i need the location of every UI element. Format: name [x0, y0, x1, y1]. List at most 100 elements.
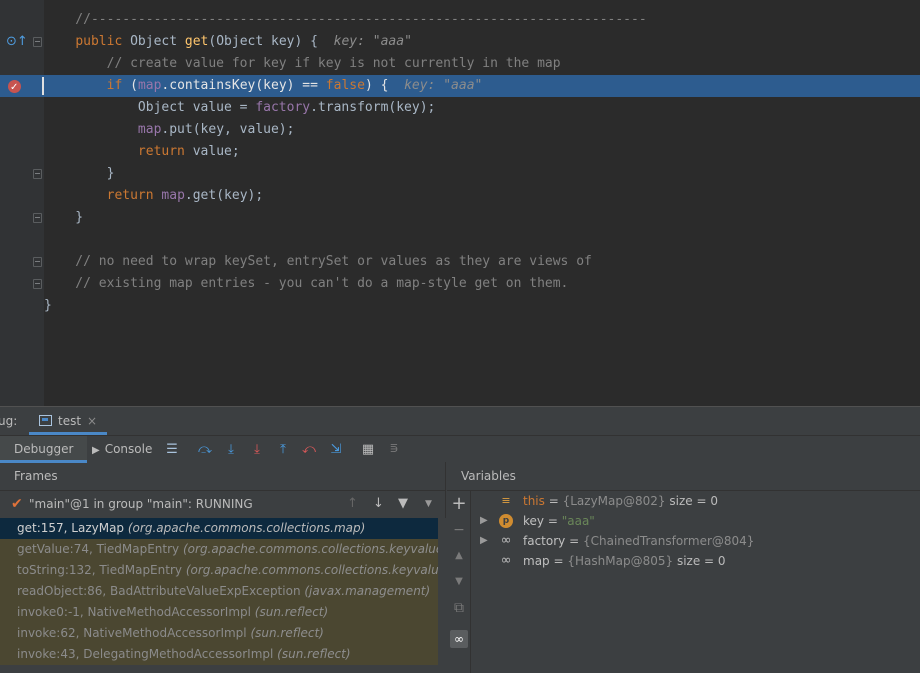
code-line[interactable]: map.put(key, value); [0, 119, 920, 141]
thread-label: "main"@1 in group "main": RUNNING [29, 497, 253, 511]
frames-icon[interactable]: ☰ [164, 442, 180, 458]
frame-method: getValue:74, TiedMapEntry [17, 542, 180, 556]
frame-package: (org.apache.commons.collections.keyvalue… [185, 563, 446, 577]
copy-icon[interactable]: ⧉ [450, 599, 468, 617]
frame-method: readObject:86, BadAttributeValueExpExcep… [17, 584, 301, 598]
trace-icon[interactable]: ⋾ [386, 442, 402, 458]
variable-value: {HashMap@805} [567, 554, 674, 568]
frames-pane: Frames ✔ "main"@1 in group "main": RUNNI… [0, 462, 446, 673]
code-text: //--------------------------------------… [44, 12, 647, 27]
current-execution-line[interactable]: if (map.containsKey(key) == false) { key… [0, 75, 920, 99]
code-line[interactable]: // create value for key if key is not cu… [0, 53, 920, 75]
frame-row[interactable]: toString:132, TiedMapEntry (org.apache.c… [0, 560, 446, 581]
debug-tab-bar: ug: test × [0, 407, 920, 435]
frame-package: (javax.management) [304, 584, 431, 598]
frame-method: get:157, LazyMap [17, 521, 125, 535]
breakpoint-icon[interactable] [8, 77, 21, 99]
frames-scrollbar[interactable] [438, 518, 446, 673]
code-text: // no need to wrap keySet, entrySet or v… [44, 254, 592, 269]
frame-row[interactable]: invoke:62, NativeMethodAccessorImpl (sun… [0, 623, 438, 644]
fold-marker-icon[interactable] [33, 169, 42, 179]
fold-marker-icon[interactable] [33, 279, 42, 289]
expand-arrow-icon[interactable]: ▶ [480, 511, 488, 531]
console-icon: ▶ [92, 445, 100, 456]
variable-row[interactable]: ▶ p key = "aaa" [471, 511, 920, 531]
thread-selector[interactable]: ✔ "main"@1 in group "main": RUNNING ↑ ↓ … [0, 491, 445, 517]
code-line[interactable]: // existing map entries - you can't do a… [0, 273, 920, 295]
step-into-icon[interactable]: ⤓ [223, 442, 239, 458]
fold-marker-icon[interactable] [33, 213, 42, 223]
move-up-icon[interactable]: ▲ [450, 547, 468, 565]
arrow-down-icon[interactable]: ↓ [373, 491, 384, 517]
code-editor[interactable]: //--------------------------------------… [0, 0, 920, 406]
variable-name: factory [523, 534, 566, 548]
run-config-tab-label: test [58, 414, 82, 428]
frame-package: (org.apache.commons.collections.map) [127, 521, 366, 535]
tab-console[interactable]: ▶ Console [78, 436, 166, 463]
frame-row[interactable]: readObject:86, BadAttributeValueExpExcep… [0, 581, 438, 602]
fold-marker-icon[interactable] [33, 37, 42, 47]
equals-sign: = [569, 534, 583, 548]
code-line[interactable]: } [0, 163, 920, 185]
variable-row[interactable]: ≡ this = {LazyMap@802} size = 0 [471, 491, 920, 511]
variables-pane: Variables + − ▲ ▼ ⧉ ∞ ≡ this = {LazyMap@… [447, 462, 920, 673]
code-line[interactable]: ⊙↑ public Object get(Object key) { key: … [0, 31, 920, 53]
evaluate-icon[interactable]: ▦ [360, 442, 376, 458]
frame-method: toString:132, TiedMapEntry [17, 563, 182, 577]
filter-icon[interactable]: ▼ [398, 491, 408, 517]
run-to-cursor-icon[interactable]: ⇲ [328, 442, 344, 458]
variable-name: map [523, 554, 550, 568]
run-config-icon [39, 415, 52, 426]
code-text: if (map.containsKey(key) == false) { key… [106, 78, 483, 93]
code-text: } [44, 298, 52, 313]
force-step-into-icon[interactable]: ⤓ [249, 442, 265, 458]
variable-row[interactable]: ▶ ∞ factory = {ChainedTransformer@804} [471, 531, 920, 551]
equals-sign: = [548, 494, 563, 508]
fold-marker-icon[interactable] [33, 257, 42, 267]
remove-watch-icon[interactable]: − [450, 521, 468, 539]
frame-row[interactable]: invoke0:-1, NativeMethodAccessorImpl (su… [0, 602, 438, 623]
code-line[interactable]: return map.get(key); [0, 185, 920, 207]
close-icon[interactable]: × [87, 414, 97, 428]
show-watches-icon[interactable]: ∞ [450, 630, 468, 648]
code-text: public Object get(Object key) { key: "aa… [75, 34, 412, 49]
code-text: } [44, 210, 84, 225]
step-over-icon[interactable]: ⤼ [197, 442, 213, 458]
frame-row[interactable]: get:157, LazyMap (org.apache.commons.col… [0, 518, 438, 539]
tab-debugger[interactable]: Debugger [0, 436, 88, 463]
frames-header: Frames [0, 462, 445, 491]
tab-console-label: Console [104, 442, 153, 456]
drop-frame-icon[interactable]: ⤺ [301, 442, 317, 458]
variable-meta: size = 0 [669, 494, 718, 508]
variables-toolbar: + − ▲ ▼ ⧉ ∞ [447, 491, 471, 673]
code-line[interactable]: } [0, 295, 920, 317]
chevron-down-icon[interactable]: ▼ [425, 491, 432, 517]
variable-name: key [523, 514, 545, 528]
variable-value: "aaa" [561, 514, 595, 528]
code-line[interactable]: return value; [0, 141, 920, 163]
frame-method: invoke:62, NativeMethodAccessorImpl [17, 626, 247, 640]
watch-icon: ∞ [500, 553, 512, 568]
inline-debug-hint: key: "aaa" [404, 78, 483, 93]
code-line[interactable]: } [0, 207, 920, 229]
frame-row[interactable]: invoke:43, DelegatingMethodAccessorImpl … [0, 644, 438, 665]
equals-sign: = [553, 554, 568, 568]
thread-running-icon: ✔ [11, 496, 23, 512]
variable-list: ≡ this = {LazyMap@802} size = 0 ▶ p key … [471, 491, 920, 571]
code-line[interactable]: Object value = factory.transform(key); [0, 97, 920, 119]
debug-tool-window: ug: test × Debugger ▶ Console ☰ ⤼ ⤓ ⤓ ⤒ ⤺ … [0, 406, 920, 673]
inline-debug-hint: key: "aaa" [333, 34, 412, 49]
move-down-icon[interactable]: ▼ [450, 573, 468, 591]
fields-icon: ≡ [501, 494, 511, 507]
debugger-toolbar: Debugger ▶ Console ☰ ⤼ ⤓ ⤓ ⤒ ⤺ ⇲ ▦ ⋾ [0, 435, 920, 463]
expand-arrow-icon[interactable]: ▶ [480, 531, 488, 551]
run-config-tab[interactable]: test × [29, 409, 108, 435]
frame-row[interactable]: getValue:74, TiedMapEntry (org.apache.co… [0, 539, 446, 560]
code-line[interactable]: //--------------------------------------… [0, 9, 920, 31]
code-line[interactable]: // no need to wrap keySet, entrySet or v… [0, 251, 920, 273]
step-out-icon[interactable]: ⤒ [275, 442, 291, 458]
arrow-up-icon[interactable]: ↑ [347, 491, 358, 517]
variable-row[interactable]: ∞ map = {HashMap@805} size = 0 [471, 551, 920, 571]
add-watch-icon[interactable]: + [450, 495, 468, 513]
override-marker-icon[interactable]: ⊙↑ [6, 35, 28, 49]
